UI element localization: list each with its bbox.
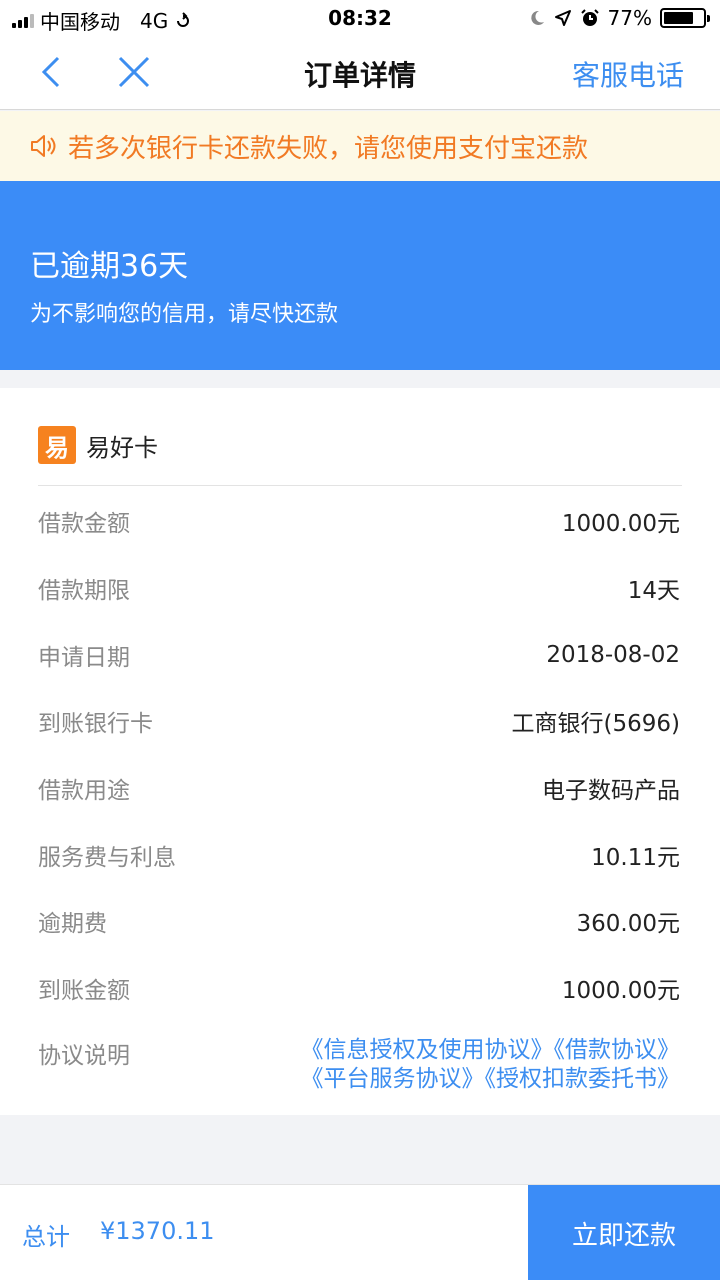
customer-service-phone-link[interactable]: 客服电话: [572, 54, 684, 94]
agreement-label: 协议说明: [38, 1043, 130, 1069]
status-bar: 中国移动 4G 08:32 77%: [0, 0, 720, 36]
bottom-bar: 总计 ¥1370.11 立即还款: [0, 1184, 720, 1280]
detail-label: 服务费与利息: [38, 844, 176, 871]
detail-label: 借款用途: [38, 778, 130, 805]
detail-value: 工商银行(5696): [511, 711, 680, 738]
detail-value: 10.11元: [591, 844, 680, 871]
agreement-links: 《信息授权及使用协议》《借款协议》 《平台服务协议》《授权扣款委托书》: [301, 1036, 681, 1094]
platform-service-agreement-link[interactable]: 《平台服务协议》: [301, 1066, 485, 1092]
detail-value: 1000.00元: [561, 511, 680, 538]
detail-label: 到账金额: [38, 978, 130, 1005]
battery-percent: 77%: [607, 6, 652, 30]
agreement-row: 协议说明 《信息授权及使用协议》《借款协议》 《平台服务协议》《授权扣款委托书》: [38, 1036, 680, 1094]
brand-header: 易 易好卡: [38, 426, 158, 464]
detail-row: 借款用途 电子数码产品: [38, 755, 680, 822]
detail-label: 借款期限: [38, 578, 130, 605]
brand-name: 易好卡: [86, 433, 158, 462]
divider: [38, 485, 682, 486]
detail-label: 逾期费: [38, 911, 107, 938]
detail-value: 14天: [627, 578, 680, 605]
detail-value: 1000.00元: [561, 978, 680, 1005]
detail-row: 申请日期 2018-08-02: [38, 621, 680, 688]
speaker-icon: [31, 135, 56, 157]
detail-label: 申请日期: [38, 644, 130, 671]
detail-row: 到账银行卡 工商银行(5696): [38, 688, 680, 755]
battery-icon: [660, 8, 710, 28]
location-arrow-icon: [554, 10, 571, 26]
brand-logo-icon: 易: [38, 426, 76, 464]
total-amount: ¥1370.11: [100, 1217, 215, 1245]
info-authorization-agreement-link[interactable]: 《信息授权及使用协议》: [301, 1037, 554, 1063]
detail-list: 借款金额 1000.00元 借款期限 14天 申请日期 2018-08-02 到账银行…: [38, 488, 680, 1022]
overdue-status: 已逾期36天: [30, 249, 189, 284]
overdue-banner: 已逾期36天 为不影响您的信用，请尽快还款: [0, 181, 720, 370]
navigation-bar: 订单详情 客服电话: [0, 36, 720, 110]
alarm-icon: [580, 9, 599, 26]
moon-icon: [530, 10, 544, 25]
detail-value: 360.00元: [576, 911, 680, 938]
notice-banner: 若多次银行卡还款失败，请您使用支付宝还款: [0, 111, 720, 181]
detail-row: 借款金额 1000.00元: [38, 488, 680, 555]
detail-label: 到账银行卡: [38, 711, 153, 738]
overdue-subtitle: 为不影响您的信用，请尽快还款: [30, 302, 339, 327]
loan-detail-card: 易 易好卡 借款金额 1000.00元 借款期限 14天 申请日期 2018-08-0…: [0, 388, 720, 1115]
detail-row: 服务费与利息 10.11元: [38, 821, 680, 888]
total-label: 总计: [22, 1223, 70, 1251]
battery-fill: [664, 12, 694, 24]
detail-row: 借款期限 14天: [38, 555, 680, 622]
detail-row: 逾期费 360.00元: [38, 888, 680, 955]
detail-row: 到账金额 1000.00元: [38, 955, 680, 1022]
detail-value: 电子数码产品: [542, 778, 680, 805]
detail-value: 2018-08-02: [546, 641, 680, 668]
detail-label: 借款金额: [38, 511, 130, 538]
loan-agreement-link[interactable]: 《借款协议》: [554, 1037, 681, 1063]
repay-now-button[interactable]: 立即还款: [528, 1185, 720, 1280]
debit-authorization-letter-link[interactable]: 《授权扣款委托书》: [485, 1066, 681, 1092]
notice-text: 若多次银行卡还款失败，请您使用支付宝还款: [68, 133, 589, 164]
